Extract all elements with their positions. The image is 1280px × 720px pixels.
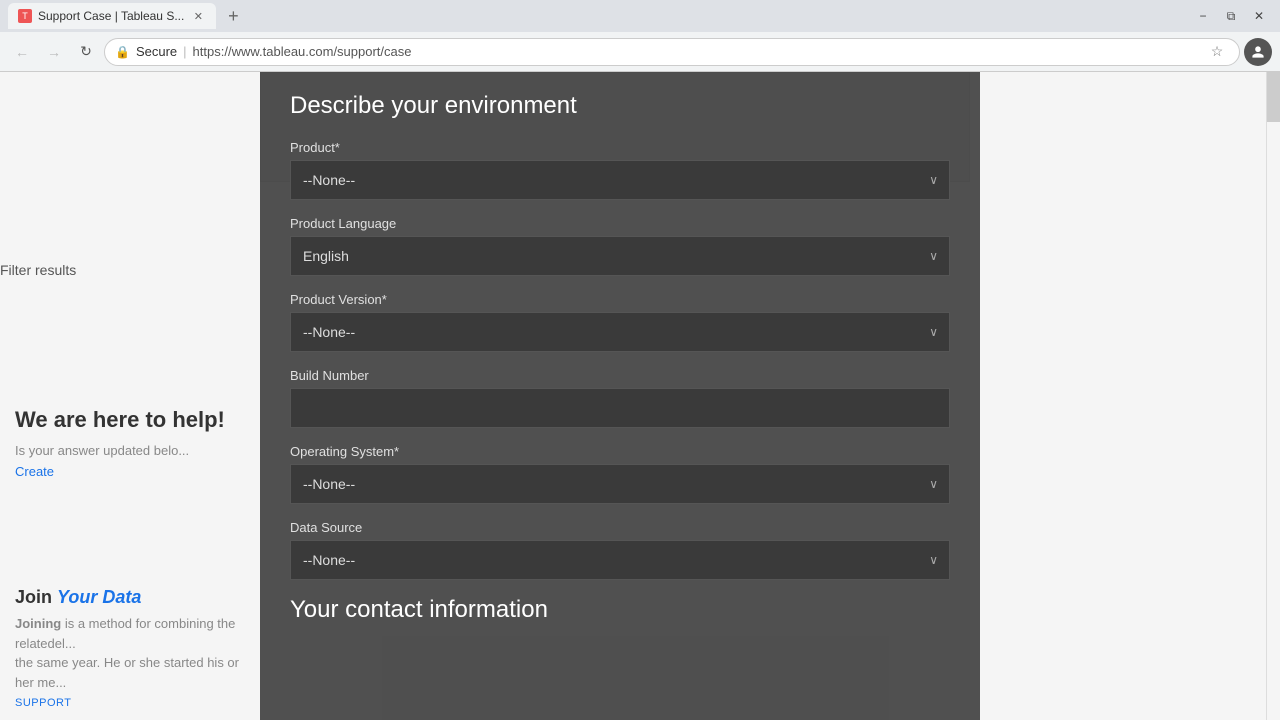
operating-system-label: Operating System* — [290, 444, 950, 459]
background-your-data-text: Your Data — [57, 587, 141, 607]
operating-system-select[interactable]: --None-- — [290, 464, 950, 504]
section-title: Describe your environment — [290, 92, 950, 120]
tab-title: Support Case | Tableau S... — [38, 9, 184, 23]
data-source-select[interactable]: --None-- — [290, 540, 950, 580]
product-language-label: Product Language — [290, 216, 950, 231]
url-text: https://www.tableau.com/support/case — [193, 44, 1199, 59]
minimize-button[interactable]: − — [1190, 6, 1216, 26]
product-select-wrapper[interactable]: --None-- — [290, 160, 950, 200]
secure-label: Secure — [136, 44, 177, 59]
product-version-select-wrapper[interactable]: --None-- — [290, 312, 950, 352]
background-help-text: Is your answer updated belo... — [15, 443, 240, 458]
address-separator: | — [183, 44, 186, 59]
scrollbar[interactable] — [1266, 72, 1280, 720]
background-join-title: Join Your Data — [15, 587, 240, 608]
operating-system-select-wrapper[interactable]: --None-- — [290, 464, 950, 504]
bookmark-button[interactable]: ☆ — [1205, 40, 1229, 64]
address-bar[interactable]: 🔒 Secure | https://www.tableau.com/suppo… — [104, 38, 1240, 66]
tab-favicon: T — [18, 9, 32, 23]
build-number-group: Build Number — [290, 368, 950, 428]
browser-tab[interactable]: T Support Case | Tableau S... ✕ — [8, 3, 216, 29]
product-language-select[interactable]: English — [290, 236, 950, 276]
refresh-button[interactable]: ↻ — [72, 38, 100, 66]
contact-title: Your contact information — [290, 596, 950, 624]
product-version-group: Product Version* --None-- — [290, 292, 950, 352]
product-version-label: Product Version* — [290, 292, 950, 307]
scrollbar-thumb[interactable] — [1267, 72, 1280, 122]
secure-icon: 🔒 — [115, 45, 130, 59]
product-label: Product* — [290, 140, 950, 155]
build-number-label: Build Number — [290, 368, 950, 383]
background-help-section: We are here to help! Is your answer upda… — [0, 392, 255, 496]
build-number-input[interactable] — [290, 388, 950, 428]
back-button[interactable]: ← — [8, 38, 36, 66]
background-efficient-section: Create Efficient Joins and Blends Joins … — [0, 712, 255, 720]
data-source-label: Data Source — [290, 520, 950, 535]
form-overlay: Describe your environment Product* --Non… — [260, 72, 980, 720]
product-language-select-wrapper[interactable]: English — [290, 236, 950, 276]
data-source-select-wrapper[interactable]: --None-- — [290, 540, 950, 580]
data-source-group: Data Source --None-- — [290, 520, 950, 580]
background-create-link: Create — [15, 464, 54, 479]
new-tab-button[interactable]: + — [220, 3, 246, 29]
restore-button[interactable]: ⧉ — [1218, 6, 1244, 26]
account-button[interactable] — [1244, 38, 1272, 66]
product-group: Product* --None-- — [290, 140, 950, 200]
forward-button[interactable]: → — [40, 38, 68, 66]
product-language-group: Product Language English — [290, 216, 950, 276]
background-help-title: We are here to help! — [15, 407, 240, 433]
close-button[interactable]: ✕ — [1246, 6, 1272, 26]
tab-close-button[interactable]: ✕ — [190, 8, 206, 24]
background-join-subtitle: Joining is a method for combining the re… — [15, 614, 240, 692]
background-join-section: Join Your Data Joining is a method for c… — [0, 572, 255, 720]
background-support-link: SUPPORT — [15, 697, 240, 709]
product-select[interactable]: --None-- — [290, 160, 950, 200]
product-version-select[interactable]: --None-- — [290, 312, 950, 352]
operating-system-group: Operating System* --None-- — [290, 444, 950, 504]
